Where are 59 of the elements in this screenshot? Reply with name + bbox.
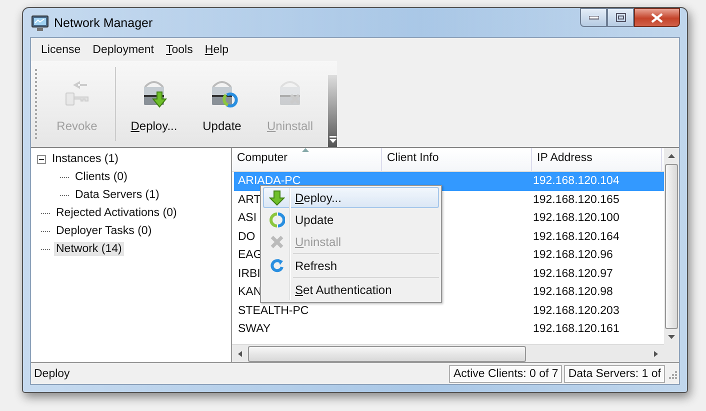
table-cell: DO [237, 230, 256, 243]
table-cell: ASI [237, 212, 258, 224]
table-cell: 192.168.120.104 [532, 175, 620, 188]
vertical-scrollbar[interactable] [664, 148, 679, 362]
status-message: Deploy [33, 368, 71, 380]
table-cell: 192.168.120.97 [532, 268, 614, 280]
table-cell: 192.168.120.165 [532, 194, 620, 206]
status-panel: Active Clients: 0 of 7 [449, 364, 562, 382]
monitor-icon [31, 14, 49, 32]
column-header[interactable]: IP Address [532, 148, 662, 171]
table-cell: 192.168.120.100 [532, 212, 620, 224]
table-cell: SWAY [237, 323, 272, 336]
tree-item[interactable]: Instances (1) [50, 152, 120, 166]
status-panel: Data Servers: 1 of [564, 364, 665, 382]
table-cell: ART [237, 194, 262, 206]
menu-item[interactable]: Set Authentication [263, 279, 439, 300]
minimize-icon [588, 16, 598, 20]
tree-item[interactable]: Network (14) [54, 242, 124, 256]
table-cell: 192.168.120.203 [532, 304, 620, 317]
menu-item[interactable]: Deployment [86, 42, 160, 58]
collapse-button[interactable] [37, 154, 46, 164]
refresh-icon [269, 258, 285, 274]
table-cell: ARIADA-PC [237, 175, 302, 188]
table-cell: 192.168.120.164 [532, 230, 620, 243]
maximize-button[interactable] [607, 8, 634, 27]
close-button[interactable] [634, 8, 680, 27]
menu-item[interactable]: Help [198, 42, 235, 58]
menu-item[interactable]: Deploy... [263, 187, 439, 208]
menu-item[interactable]: License [35, 42, 87, 58]
tree-item[interactable]: Rejected Activations (0) [54, 206, 179, 220]
tree-item[interactable]: Data Servers (1) [73, 188, 162, 202]
overflow-icon [328, 136, 336, 144]
scrollbar-thumb[interactable] [248, 346, 526, 362]
table-cell: IRBI [237, 268, 262, 280]
table-cell: STEALTH-PC [237, 304, 310, 317]
horizontal-scrollbar[interactable] [232, 344, 664, 362]
cross-icon [269, 234, 285, 250]
menu-item[interactable]: Tools [160, 42, 199, 58]
column-header[interactable]: Client Info [382, 148, 532, 171]
close-icon [651, 12, 663, 22]
window-title: Network Manager [54, 16, 154, 30]
table-cell: 192.168.120.98 [532, 286, 614, 298]
tree-item[interactable]: Deployer Tasks (0) [54, 224, 154, 238]
overflow-button[interactable] [328, 75, 337, 147]
refresh-icon [269, 212, 285, 228]
toolbar-button[interactable]: Update [188, 61, 256, 147]
resize-grip-icon[interactable] [667, 368, 677, 378]
minimize-button[interactable] [580, 8, 607, 27]
column-header[interactable]: Computer [232, 148, 382, 171]
maximize-icon [616, 13, 626, 22]
sort-arrow-icon [302, 148, 309, 152]
table-cell: 192.168.120.96 [532, 249, 614, 262]
scrollbar-thumb[interactable] [665, 164, 678, 329]
tree-item[interactable]: Clients (0) [73, 170, 130, 184]
down-arrow-icon [269, 190, 285, 206]
menu-item[interactable]: Refresh [263, 255, 439, 276]
menu-item[interactable]: Update [263, 209, 439, 230]
toolbar-button[interactable]: Deploy... [120, 61, 188, 147]
table-cell: 192.168.120.161 [532, 323, 620, 336]
